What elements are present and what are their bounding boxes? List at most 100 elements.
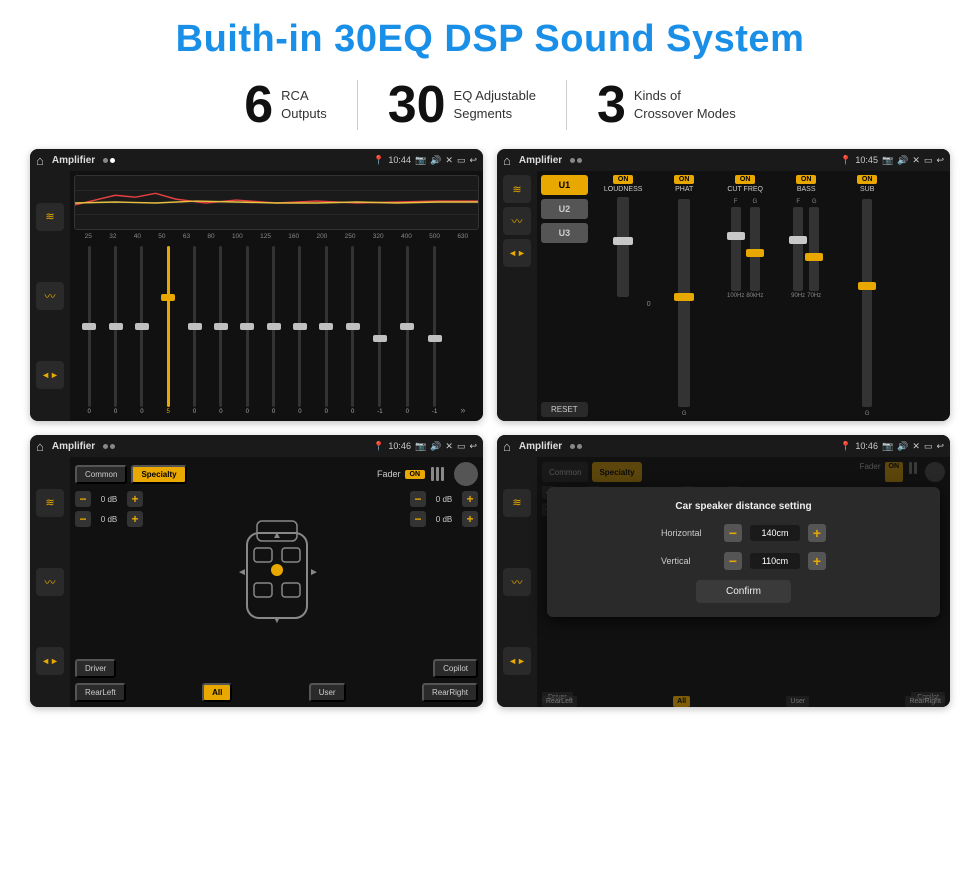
vertical-value: 110cm — [750, 553, 800, 569]
vertical-row: Vertical − 110cm + — [561, 552, 926, 570]
eq-left-sidebar: ≋ 〰 ◄► — [30, 171, 70, 421]
back-icon-br[interactable]: ↩ — [936, 441, 944, 452]
amp-sidebar-btn1[interactable]: ≋ — [503, 175, 531, 203]
amp-u-buttons: U1 U2 U3 RESET — [537, 171, 592, 421]
feature-number-rca: 6 — [244, 79, 273, 131]
home-icon-br[interactable]: ⌂ — [503, 439, 511, 454]
amp-col-sub: ON SUB G — [840, 175, 895, 417]
page-container: Buith-in 30EQ DSP Sound System 6 RCA Out… — [0, 0, 980, 881]
fader-sidebar-btn1[interactable]: ≋ — [36, 489, 64, 517]
dots-br — [570, 444, 582, 449]
back-icon-tl[interactable]: ↩ — [469, 155, 477, 166]
tab-specialty-bl[interactable]: Specialty — [131, 465, 186, 484]
car-diagram: ▲ ▼ ◄ ► — [149, 491, 404, 654]
home-icon-tr[interactable]: ⌂ — [503, 153, 511, 168]
screen-fader: ⌂ Amplifier 📍 10:46 📷 🔊 ✕ ▭ ↩ — [30, 435, 483, 707]
cutfreq-on[interactable]: ON — [735, 175, 756, 184]
amp-u2-btn[interactable]: U2 — [541, 199, 588, 219]
amp-u3-btn[interactable]: U3 — [541, 223, 588, 243]
vertical-minus-btn[interactable]: − — [724, 552, 742, 570]
dist-sidebar-btn2[interactable]: 〰 — [503, 568, 531, 596]
location-icon: 📍 — [373, 155, 384, 166]
vol-minus-rl[interactable]: − — [75, 511, 91, 527]
distance-dialog: Car speaker distance setting Horizontal … — [547, 487, 940, 617]
dist-sidebar-btn3[interactable]: ◄► — [503, 647, 531, 675]
amp-u1-btn[interactable]: U1 — [541, 175, 588, 195]
dist-left-sidebar: ≋ 〰 ◄► — [497, 457, 537, 707]
slider-col-1: 0 — [88, 244, 91, 415]
svg-text:▲: ▲ — [272, 530, 282, 541]
eq-btn-1[interactable]: ≋ — [36, 203, 64, 231]
camera-icon-bl: 📷 — [415, 441, 426, 452]
driver-btn[interactable]: Driver — [75, 659, 116, 678]
dots-tl — [103, 158, 115, 163]
slider-col-8: 0 — [272, 244, 275, 415]
dist-sidebar-btn1[interactable]: ≋ — [503, 489, 531, 517]
fader-sidebar-btn2[interactable]: 〰 — [36, 568, 64, 596]
loudness-on[interactable]: ON — [613, 175, 634, 184]
dots-bl — [103, 444, 115, 449]
feature-rca: 6 RCA Outputs — [214, 79, 356, 131]
fader-on-badge[interactable]: ON — [405, 470, 426, 479]
amp-col-bass: ON BASS F 90Hz — [779, 175, 834, 417]
fader-avatar[interactable] — [454, 462, 478, 486]
status-icons-br: 📍 10:46 📷 🔊 ✕ ▭ ↩ — [840, 441, 944, 452]
status-bar-tl: ⌂ Amplifier 📍 10:44 📷 🔊 ✕ ▭ ↩ — [30, 149, 483, 171]
copilot-btn[interactable]: Copilot — [433, 659, 478, 678]
location-icon-tr: 📍 — [840, 155, 851, 166]
confirm-button[interactable]: Confirm — [696, 580, 791, 603]
slider-col-6: 0 — [219, 244, 222, 415]
phat-on[interactable]: ON — [674, 175, 695, 184]
amp-col-phat: ON PHAT G — [657, 175, 712, 417]
back-icon-tr[interactable]: ↩ — [936, 155, 944, 166]
time-br: 10:46 — [855, 441, 878, 451]
rearright-btn[interactable]: RearRight — [422, 683, 478, 702]
horizontal-plus-btn[interactable]: + — [808, 524, 826, 542]
eq-arrows[interactable]: » — [460, 405, 465, 415]
vol-plus-fl[interactable]: + — [127, 491, 143, 507]
eq-btn-2[interactable]: 〰 — [36, 282, 64, 310]
screen-eq: ⌂ Amplifier 📍 10:44 📷 🔊 ✕ ▭ ↩ — [30, 149, 483, 421]
all-btn[interactable]: All — [202, 683, 232, 702]
fader-main: Common Specialty Fader ON — [70, 457, 483, 707]
eq-btn-3[interactable]: ◄► — [36, 361, 64, 389]
vol-row-rr: − 0 dB + — [410, 511, 478, 527]
fader-sidebar-btn3[interactable]: ◄► — [36, 647, 64, 675]
eq-main: 2532 4050 6380 100125 160200 250320 4005… — [70, 171, 483, 421]
status-bar-bl: ⌂ Amplifier 📍 10:46 📷 🔊 ✕ ▭ ↩ — [30, 435, 483, 457]
feature-text-rca: RCA Outputs — [281, 87, 327, 122]
amp-sidebar-btn3[interactable]: ◄► — [503, 239, 531, 267]
rearleft-btn[interactable]: RearLeft — [75, 683, 126, 702]
vertical-plus-btn[interactable]: + — [808, 552, 826, 570]
volume-icon-bl: 🔊 — [430, 441, 441, 452]
amp-reset-btn[interactable]: RESET — [541, 402, 588, 417]
horizontal-minus-btn[interactable]: − — [724, 524, 742, 542]
home-icon-bl[interactable]: ⌂ — [36, 439, 44, 454]
sub-on[interactable]: ON — [857, 175, 878, 184]
slider-col-2: 0 — [114, 244, 117, 415]
vol-plus-rl[interactable]: + — [127, 511, 143, 527]
home-icon[interactable]: ⌂ — [36, 153, 44, 168]
amp-sidebar-btn2[interactable]: 〰 — [503, 207, 531, 235]
tab-common-bl[interactable]: Common — [75, 465, 127, 484]
svg-text:▼: ▼ — [272, 615, 282, 626]
back-icon-bl[interactable]: ↩ — [469, 441, 477, 452]
eq-sliders-area: 0 0 0 5 0 0 0 0 0 0 0 -1 0 -1 » — [74, 242, 479, 417]
vol-minus-fl[interactable]: − — [75, 491, 91, 507]
bass-on[interactable]: ON — [796, 175, 817, 184]
status-icons-tl: 📍 10:44 📷 🔊 ✕ ▭ ↩ — [373, 155, 477, 166]
vol-minus-rr[interactable]: − — [410, 511, 426, 527]
vol-minus-fr[interactable]: − — [410, 491, 426, 507]
slider-col-5: 0 — [193, 244, 196, 415]
vol-plus-rr[interactable]: + — [462, 511, 478, 527]
vol-val-rl: 0 dB — [95, 515, 123, 524]
vol-plus-fr[interactable]: + — [462, 491, 478, 507]
status-bar-tr: ⌂ Amplifier 📍 10:45 📷 🔊 ✕ ▭ ↩ — [497, 149, 950, 171]
user-btn[interactable]: User — [309, 683, 346, 702]
window-icon-br: ▭ — [924, 441, 933, 452]
screenshots-grid: ⌂ Amplifier 📍 10:44 📷 🔊 ✕ ▭ ↩ — [30, 149, 950, 707]
slider-col-9: 0 — [298, 244, 301, 415]
fader-left-sidebar: ≋ 〰 ◄► — [30, 457, 70, 707]
dots-tr — [570, 158, 582, 163]
app-title-br: Amplifier — [519, 441, 562, 452]
